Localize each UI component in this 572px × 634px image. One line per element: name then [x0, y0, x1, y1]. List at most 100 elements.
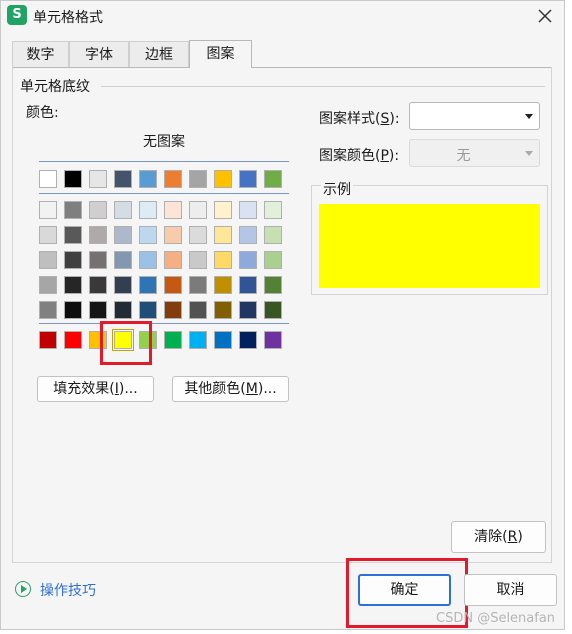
clear-suffix: ) — [517, 529, 523, 545]
pattern-style-text: 图案样式( — [319, 111, 381, 127]
color-swatch-tint2-9[interactable] — [264, 226, 282, 244]
color-swatch-standard-7[interactable] — [214, 331, 232, 349]
color-swatch-tint4-9[interactable] — [264, 276, 282, 294]
clear-label: 清除( — [474, 529, 508, 545]
color-swatch-theme-2[interactable] — [89, 170, 107, 188]
fill-effects-suffix: )... — [118, 381, 138, 397]
color-swatch-standard-5[interactable] — [164, 331, 182, 349]
color-swatch-tint2-3[interactable] — [114, 226, 132, 244]
color-swatch-tint4-1[interactable] — [64, 276, 82, 294]
color-swatch-tint1-0[interactable] — [39, 201, 57, 219]
color-swatch-tint3-7[interactable] — [214, 251, 232, 269]
color-swatch-tint3-0[interactable] — [39, 251, 57, 269]
color-swatch-tint5-3[interactable] — [114, 301, 132, 319]
annotation-highlight-yellow-swatch — [100, 321, 152, 365]
color-swatch-tint2-6[interactable] — [189, 226, 207, 244]
color-swatch-theme-9[interactable] — [264, 170, 282, 188]
color-swatch-theme-5[interactable] — [164, 170, 182, 188]
color-swatch-theme-1[interactable] — [64, 170, 82, 188]
tab-font[interactable]: 字体 — [69, 41, 129, 67]
close-button[interactable] — [532, 3, 558, 29]
color-swatch-tint3-4[interactable] — [139, 251, 157, 269]
play-circle-icon — [15, 581, 31, 597]
color-swatch-tint2-5[interactable] — [164, 226, 182, 244]
watermark: CSDN @Selenafan — [436, 611, 556, 626]
color-swatch-tint2-1[interactable] — [64, 226, 82, 244]
more-colors-button[interactable]: 其他颜色(M)... — [172, 376, 289, 402]
pattern-style-label: 图案样式(S): — [319, 108, 400, 128]
color-label: 颜色: — [26, 105, 59, 121]
color-swatch-tint1-1[interactable] — [64, 201, 82, 219]
color-swatch-tint1-7[interactable] — [214, 201, 232, 219]
color-swatch-tint4-3[interactable] — [114, 276, 132, 294]
pattern-color-hotkey: P — [380, 148, 389, 164]
color-swatch-tint2-4[interactable] — [139, 226, 157, 244]
color-swatch-standard-8[interactable] — [239, 331, 257, 349]
no-pattern-option[interactable]: 无图案 — [39, 131, 289, 151]
color-swatch-tint2-0[interactable] — [39, 226, 57, 244]
color-swatch-tint4-0[interactable] — [39, 276, 57, 294]
color-swatch-tint5-6[interactable] — [189, 301, 207, 319]
tab-border[interactable]: 边框 — [129, 41, 189, 67]
tab-number[interactable]: 数字 — [12, 41, 69, 67]
color-swatch-tint1-8[interactable] — [239, 201, 257, 219]
color-swatch-tint5-9[interactable] — [264, 301, 282, 319]
color-swatch-tint1-6[interactable] — [189, 201, 207, 219]
color-swatch-tint3-8[interactable] — [239, 251, 257, 269]
color-swatch-theme-7[interactable] — [214, 170, 232, 188]
color-swatch-standard-0[interactable] — [39, 331, 57, 349]
color-swatch-tint3-5[interactable] — [164, 251, 182, 269]
color-swatch-tint4-2[interactable] — [89, 276, 107, 294]
pattern-color-value: 无 — [456, 148, 471, 164]
color-swatch-tint1-2[interactable] — [89, 201, 107, 219]
color-swatch-theme-6[interactable] — [189, 170, 207, 188]
pattern-style-dropdown[interactable] — [409, 102, 540, 130]
pattern-color-suffix: ): — [388, 148, 400, 164]
color-swatch-standard-9[interactable] — [264, 331, 282, 349]
color-swatch-tint2-8[interactable] — [239, 226, 257, 244]
color-swatch-tint4-8[interactable] — [239, 276, 257, 294]
sample-preview — [319, 204, 540, 288]
color-swatch-tint2-7[interactable] — [214, 226, 232, 244]
color-swatch-tint5-7[interactable] — [214, 301, 232, 319]
tab-pattern[interactable]: 图案 — [189, 40, 252, 68]
color-swatch-theme-0[interactable] — [39, 170, 57, 188]
color-swatch-standard-1[interactable] — [64, 331, 82, 349]
chevron-down-icon — [525, 151, 533, 156]
fill-effects-label: 填充效果( — [53, 381, 115, 397]
color-swatch-tint3-3[interactable] — [114, 251, 132, 269]
color-swatch-tint3-1[interactable] — [64, 251, 82, 269]
color-swatch-tint5-2[interactable] — [89, 301, 107, 319]
color-swatch-tint4-5[interactable] — [164, 276, 182, 294]
color-swatch-tint1-4[interactable] — [139, 201, 157, 219]
color-swatch-tint4-7[interactable] — [214, 276, 232, 294]
color-swatch-theme-3[interactable] — [114, 170, 132, 188]
color-swatch-tint3-2[interactable] — [89, 251, 107, 269]
tips-label: 操作技巧 — [40, 583, 96, 599]
color-swatch-theme-8[interactable] — [239, 170, 257, 188]
fill-effects-button[interactable]: 填充效果(I)... — [37, 376, 154, 402]
pattern-style-suffix: ): — [389, 111, 400, 127]
cancel-button[interactable]: 取消 — [464, 574, 557, 606]
color-swatch-tint1-9[interactable] — [264, 201, 282, 219]
color-swatch-tint5-1[interactable] — [64, 301, 82, 319]
color-swatch-tint5-5[interactable] — [164, 301, 182, 319]
clear-hotkey: R — [507, 529, 518, 545]
color-swatch-tint2-2[interactable] — [89, 226, 107, 244]
color-swatch-tint4-4[interactable] — [139, 276, 157, 294]
pattern-color-dropdown[interactable]: 无 — [409, 139, 540, 167]
color-swatch-tint1-3[interactable] — [114, 201, 132, 219]
color-swatch-standard-6[interactable] — [189, 331, 207, 349]
color-swatch-theme-4[interactable] — [139, 170, 157, 188]
color-swatch-tint1-5[interactable] — [164, 201, 182, 219]
dialog-title: 单元格格式 — [33, 10, 103, 26]
color-swatch-tint5-0[interactable] — [39, 301, 57, 319]
color-swatch-tint4-6[interactable] — [189, 276, 207, 294]
color-swatch-tint3-9[interactable] — [264, 251, 282, 269]
sample-label: 示例 — [321, 179, 353, 199]
color-swatch-tint5-4[interactable] — [139, 301, 157, 319]
clear-button[interactable]: 清除(R) — [451, 521, 546, 553]
color-swatch-tint5-8[interactable] — [239, 301, 257, 319]
color-swatch-tint3-6[interactable] — [189, 251, 207, 269]
section-divider — [101, 86, 545, 87]
